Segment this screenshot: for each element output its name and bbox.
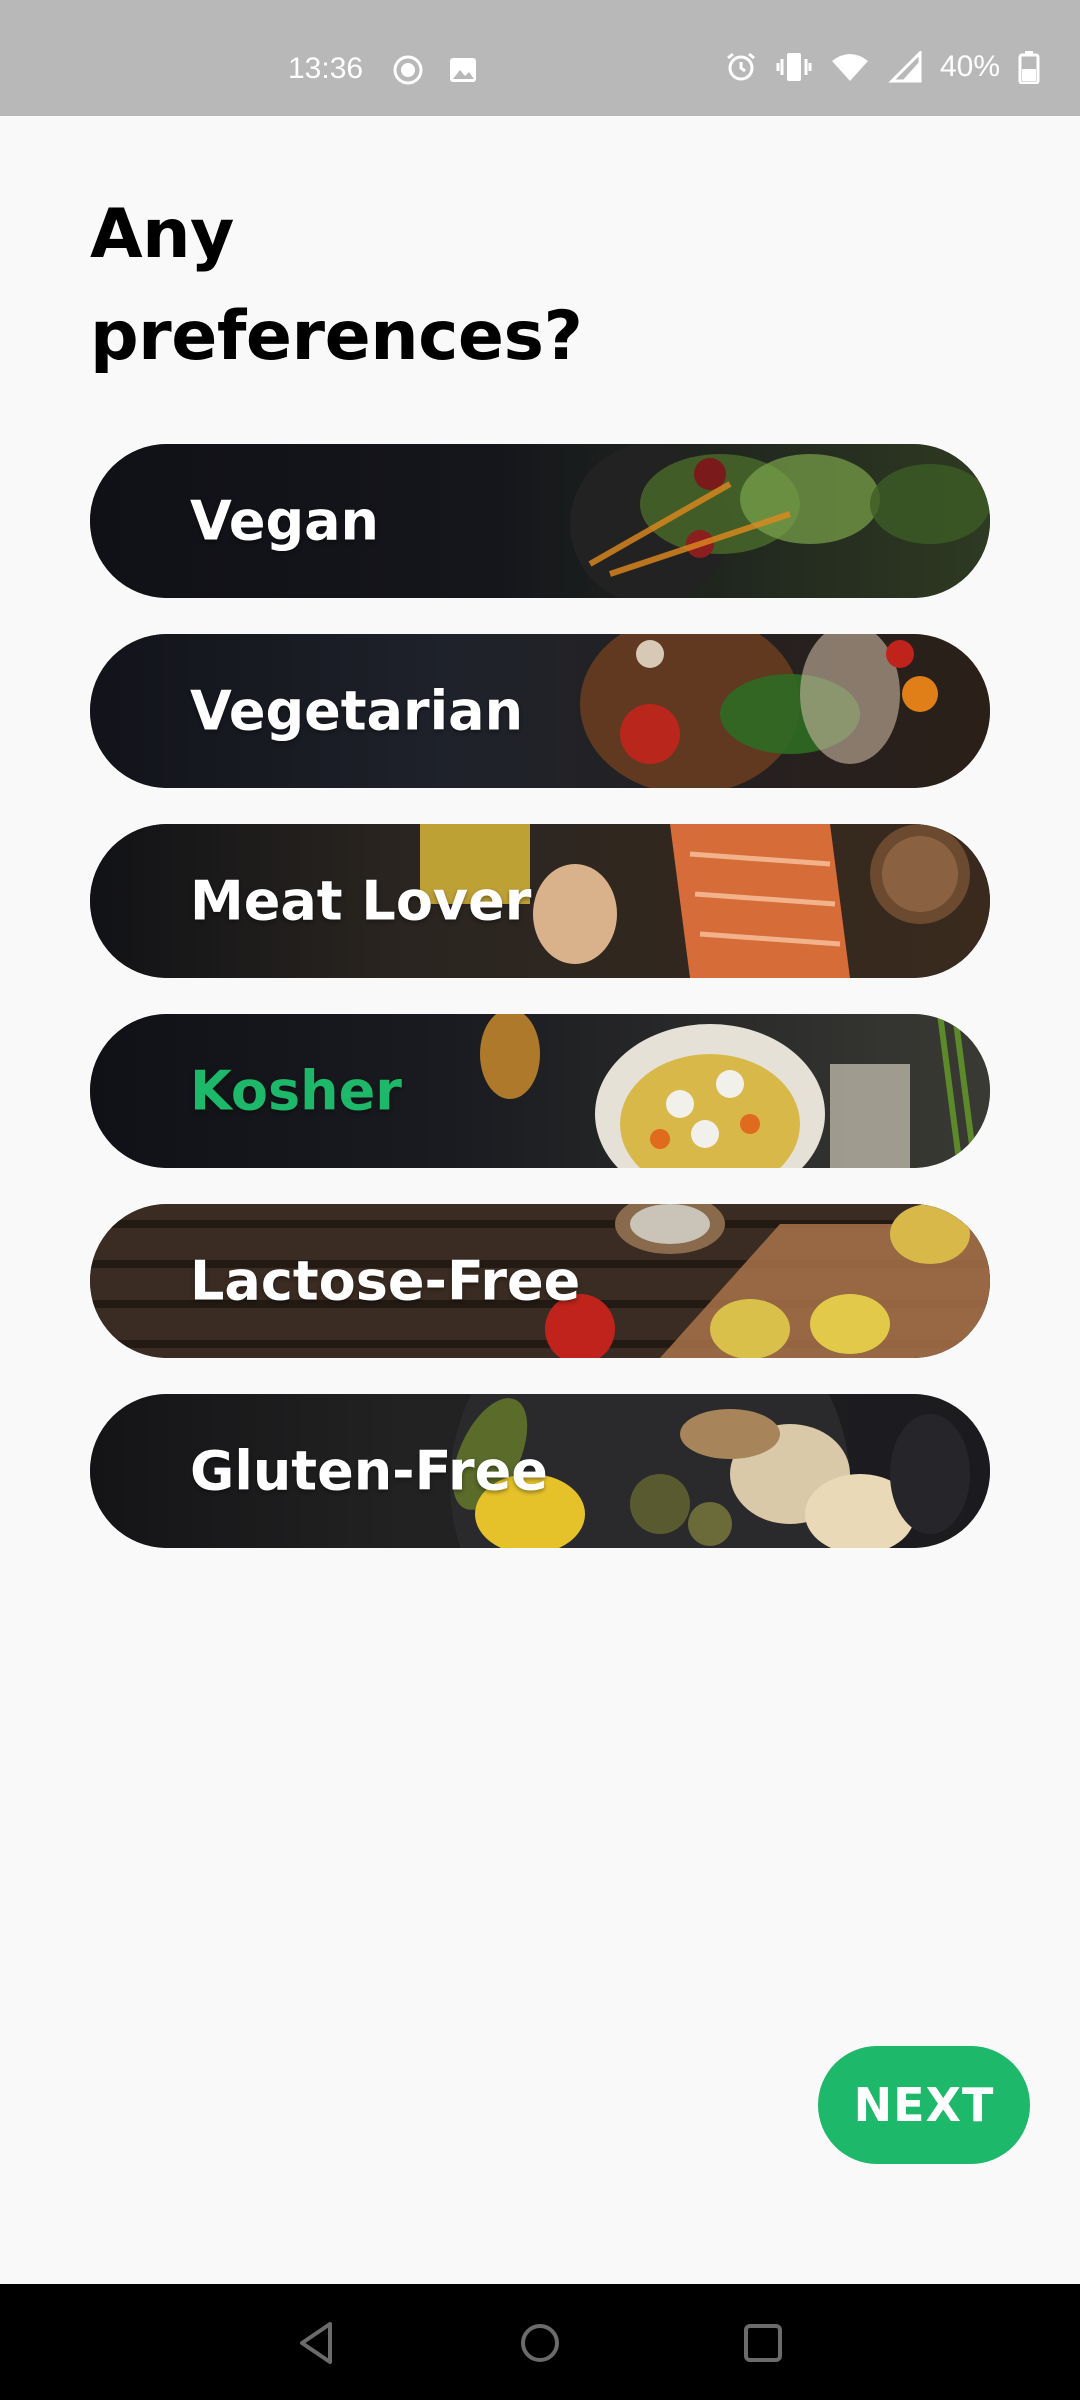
vibrate-icon (776, 53, 812, 81)
record-icon (393, 55, 423, 85)
preference-vegan[interactable]: Vegan (90, 444, 990, 598)
home-icon[interactable] (515, 2318, 565, 2368)
preference-label: Vegetarian (190, 679, 524, 743)
preference-label: Lactose-Free (190, 1249, 581, 1313)
navigation-bar (0, 2284, 1080, 2400)
alarm-icon (727, 52, 755, 81)
preference-gluten-free[interactable]: Gluten-Free (90, 1394, 990, 1548)
preference-lactose-free[interactable]: Lactose-Free (90, 1204, 990, 1358)
preference-label: Kosher (190, 1059, 402, 1123)
preference-vegetarian[interactable]: Vegetarian (90, 634, 990, 788)
image-icon (450, 58, 476, 82)
page-title-line2: preferences? (90, 297, 583, 376)
battery-percent: 40% (939, 50, 1000, 83)
preference-label: Vegan (190, 489, 379, 553)
preferences-list: Vegan Vegetarian Meat Lover Kosher Lacto… (90, 444, 990, 1584)
preference-label: Gluten-Free (190, 1439, 548, 1503)
next-button[interactable]: NEXT (818, 2046, 1030, 2164)
preference-kosher[interactable]: Kosher (90, 1014, 990, 1168)
status-bar: 13:36 40% (0, 0, 1080, 116)
preference-label: Meat Lover (190, 869, 532, 933)
next-button-label: NEXT (853, 2078, 995, 2132)
wifi-icon (831, 54, 868, 81)
page-title-line1: Any (90, 195, 234, 274)
battery-icon (1018, 51, 1040, 84)
page-title: Any preferences? (90, 184, 990, 388)
signal-icon (888, 51, 922, 83)
recents-icon[interactable] (738, 2318, 788, 2368)
status-time: 13:36 (288, 52, 364, 85)
back-icon[interactable] (292, 2318, 342, 2368)
preference-meat-lover[interactable]: Meat Lover (90, 824, 990, 978)
